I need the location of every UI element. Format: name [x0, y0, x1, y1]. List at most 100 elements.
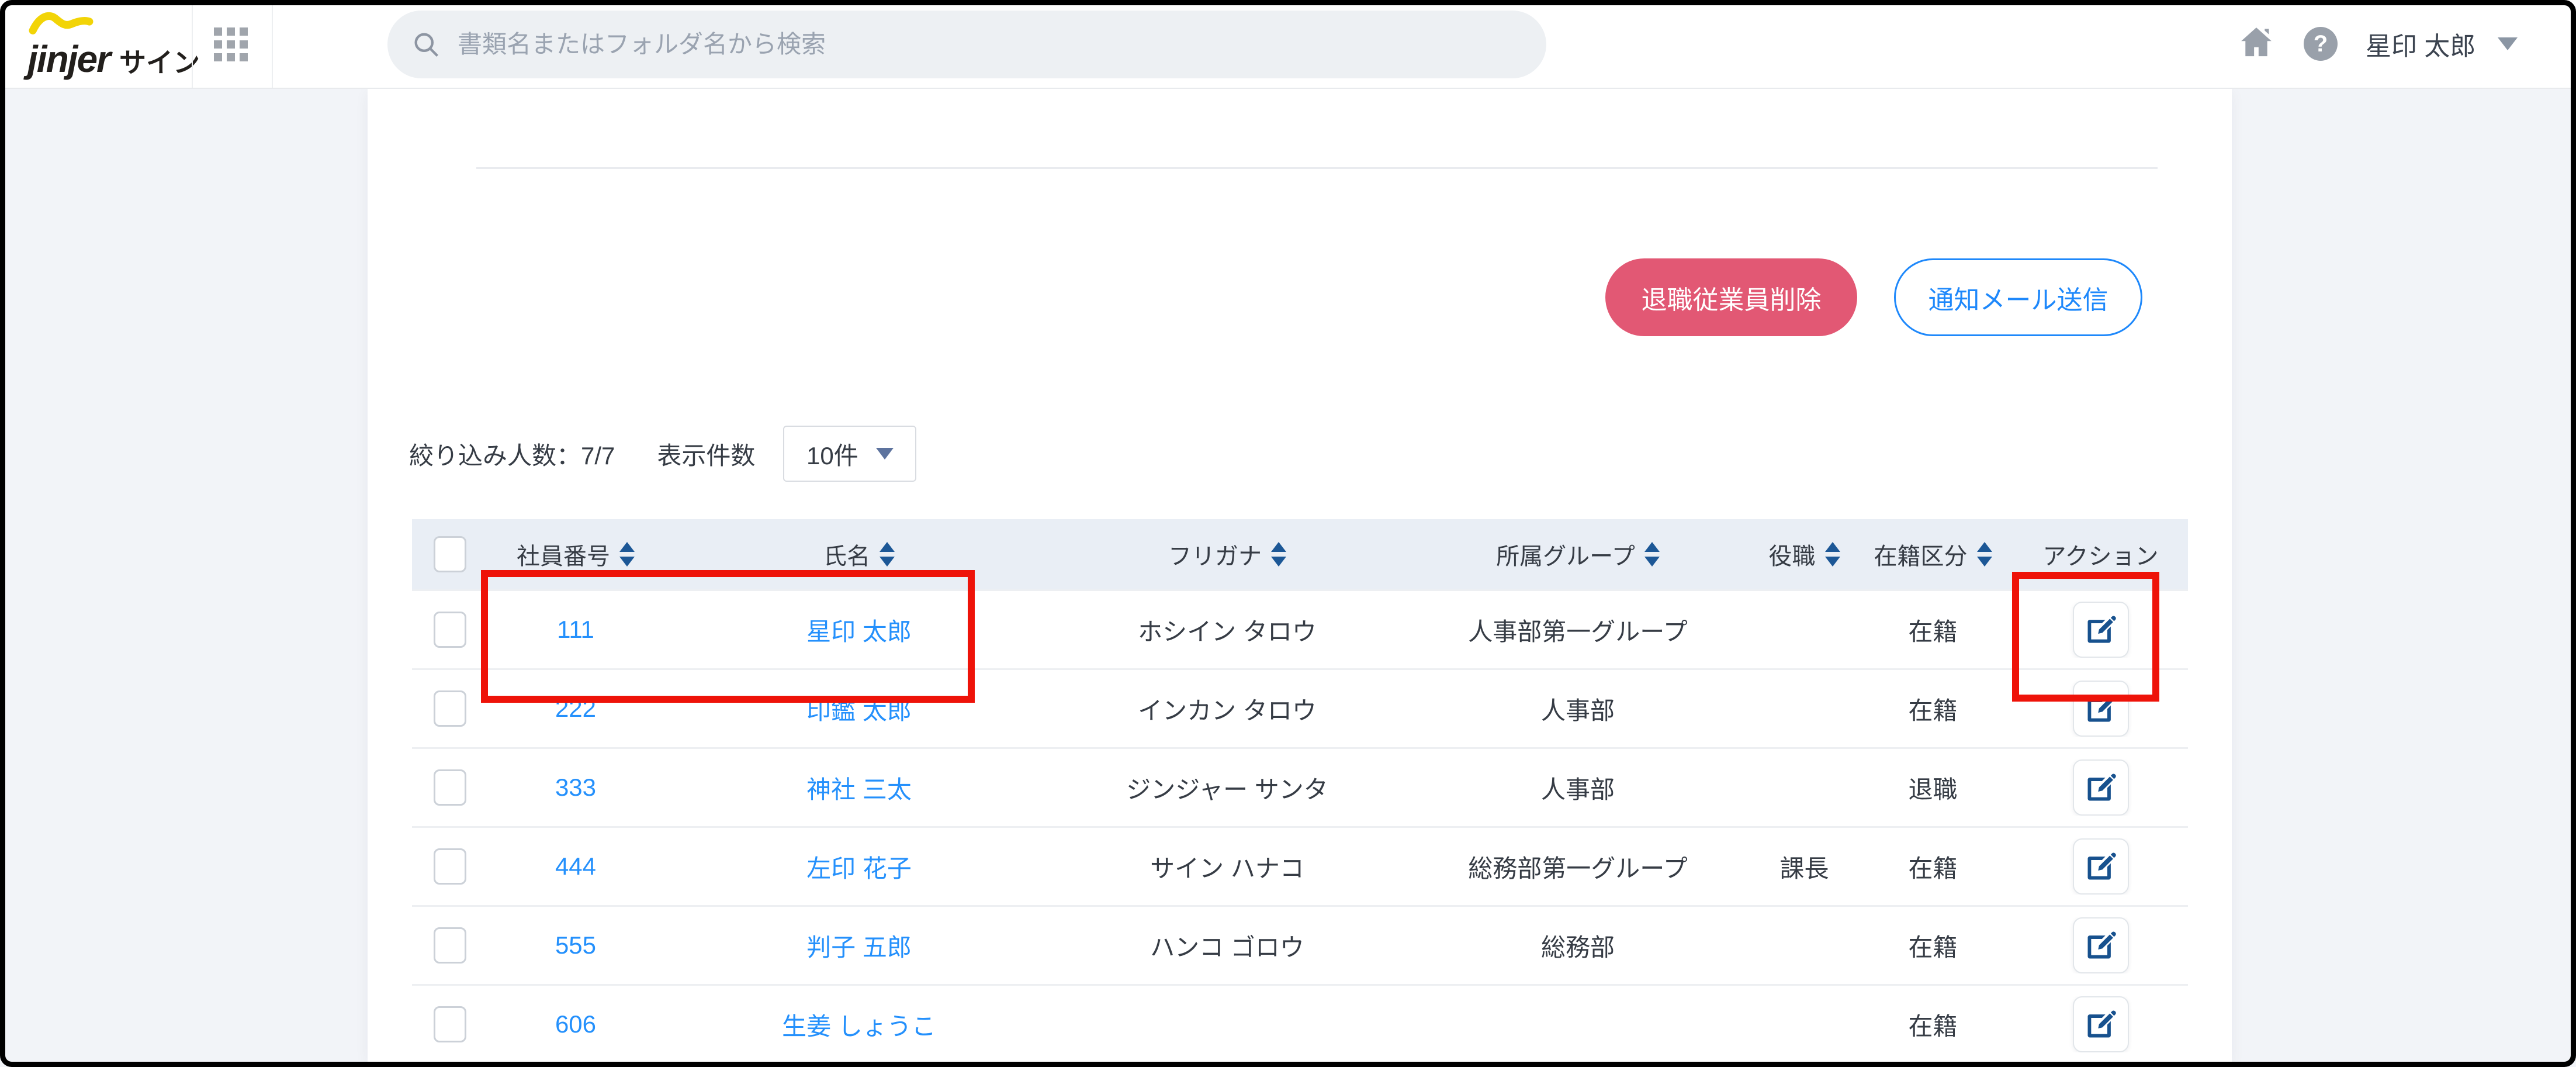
home-icon[interactable] — [2237, 23, 2276, 62]
column-header-4[interactable]: 所属グループ — [1400, 537, 1756, 571]
row-select-cell — [412, 690, 488, 727]
row-checkbox[interactable] — [434, 1006, 466, 1042]
column-header-label: アクション — [2043, 537, 2159, 571]
column-header-5[interactable]: 役職 — [1756, 537, 1853, 571]
row-action-cell — [2013, 917, 2188, 973]
employee-status-cell: 在籍 — [1853, 1007, 2013, 1042]
delete-retired-employees-button[interactable]: 退職従業員削除 — [1605, 258, 1857, 336]
column-header-label: 氏名 — [823, 537, 870, 571]
table-row: 606 生姜 しょうこ 在籍 — [412, 984, 2188, 1063]
column-header-label: フリガナ — [1168, 537, 1262, 571]
search-icon — [411, 29, 441, 60]
row-checkbox[interactable] — [434, 848, 466, 885]
select-all-checkbox[interactable] — [434, 536, 466, 572]
page-size-label: 表示件数 — [657, 436, 755, 472]
row-action-cell — [2013, 838, 2188, 895]
table-row: 555 判子 五郎 ハンコ ゴロウ 総務部 在籍 — [412, 905, 2188, 984]
column-header-1[interactable]: 社員番号 — [488, 537, 663, 571]
employee-group-cell: 人事部 — [1400, 691, 1756, 727]
filter-row: 絞り込み人数：7/7 表示件数 10件 — [409, 423, 916, 484]
row-select-cell — [412, 769, 488, 806]
employee-name-link[interactable]: 判子 五郎 — [663, 928, 1055, 964]
chevron-down-icon — [2498, 37, 2518, 50]
top-bar: jinjer サイン ? 星印 太郎 — [0, 0, 2576, 89]
row-checkbox[interactable] — [434, 927, 466, 964]
employee-name-link[interactable]: 星印 太郎 — [663, 612, 1055, 648]
employee-table-header: 社員番号 氏名 フリガナ 所属グループ 役職 在籍区分 アクション — [412, 519, 2188, 589]
help-icon[interactable]: ? — [2304, 27, 2338, 61]
row-select-cell — [412, 612, 488, 648]
page-size-select[interactable]: 10件 — [783, 426, 916, 482]
column-header-label: 所属グループ — [1496, 537, 1635, 571]
column-header-label: 役職 — [1769, 537, 1816, 571]
edit-icon — [2085, 693, 2117, 724]
employee-name-link[interactable]: 左印 花子 — [663, 849, 1055, 885]
app-logo: jinjer サイン — [27, 37, 200, 81]
sort-arrows-icon[interactable] — [1825, 542, 1840, 567]
employee-position-cell: 課長 — [1756, 849, 1853, 885]
employee-kana-cell: サイン ハナコ — [1055, 849, 1400, 885]
row-checkbox[interactable] — [434, 612, 466, 648]
table-row: 111 星印 太郎 ホシイン タロウ 人事部第一グループ 在籍 — [412, 589, 2188, 668]
page-size-value: 10件 — [806, 436, 858, 472]
sort-arrows-icon[interactable] — [1271, 542, 1286, 567]
employee-status-cell: 退職 — [1853, 770, 2013, 806]
user-name: 星印 太郎 — [2366, 25, 2475, 63]
send-notification-mail-button[interactable]: 通知メール送信 — [1894, 258, 2142, 336]
employee-name-link[interactable]: 神社 三太 — [663, 770, 1055, 806]
employee-group-cell: 総務部 — [1400, 928, 1756, 964]
edit-employee-button[interactable] — [2073, 681, 2129, 737]
app-grid-menu-icon[interactable] — [214, 27, 249, 63]
edit-employee-button[interactable] — [2073, 917, 2129, 973]
sort-arrows-icon[interactable] — [1977, 542, 1992, 567]
employee-kana-cell: ジンジャー サンタ — [1055, 770, 1400, 806]
select-all-cell — [412, 536, 488, 572]
employee-status-cell: 在籍 — [1853, 691, 2013, 727]
filtered-count-label: 絞り込み人数：7/7 — [409, 436, 615, 472]
table-row: 222 印鑑 太郎 インカン タロウ 人事部 在籍 — [412, 668, 2188, 747]
edit-employee-button[interactable] — [2073, 996, 2129, 1052]
chevron-down-icon — [876, 448, 894, 460]
employee-id-link[interactable]: 111 — [488, 616, 663, 644]
section-divider — [476, 167, 2158, 169]
table-row: 444 左印 花子 サイン ハナコ 総務部第一グループ 課長 在籍 — [412, 826, 2188, 905]
sort-arrows-icon[interactable] — [880, 542, 895, 567]
edit-employee-button[interactable] — [2073, 602, 2129, 658]
employee-name-link[interactable]: 印鑑 太郎 — [663, 691, 1055, 727]
column-header-6[interactable]: 在籍区分 — [1853, 537, 2013, 571]
employee-kana-cell: インカン タロウ — [1055, 691, 1400, 727]
column-header-label: 社員番号 — [517, 537, 610, 571]
row-checkbox[interactable] — [434, 769, 466, 806]
column-header-2[interactable]: 氏名 — [663, 537, 1055, 571]
app-screen: jinjer サイン ? 星印 太郎 — [0, 0, 2576, 1067]
user-menu[interactable]: 星印 太郎 — [2366, 0, 2518, 88]
employee-kana-cell: ホシイン タロウ — [1055, 612, 1400, 648]
edit-icon — [2085, 851, 2117, 882]
logo-swoosh-icon — [29, 11, 94, 37]
employee-group-cell: 総務部第一グループ — [1400, 849, 1756, 885]
column-header-7: アクション — [2013, 537, 2188, 571]
employee-id-link[interactable]: 606 — [488, 1010, 663, 1038]
sort-arrows-icon[interactable] — [619, 542, 635, 567]
employee-id-link[interactable]: 222 — [488, 695, 663, 723]
content-card: 退職従業員削除 通知メール送信 絞り込み人数：7/7 表示件数 10件 社員番号… — [368, 89, 2232, 1062]
edit-employee-button[interactable] — [2073, 759, 2129, 816]
column-header-label: 在籍区分 — [1874, 537, 1968, 571]
employee-status-cell: 在籍 — [1853, 612, 2013, 648]
employee-id-link[interactable]: 444 — [488, 852, 663, 880]
row-select-cell — [412, 848, 488, 885]
row-select-cell — [412, 1006, 488, 1042]
column-header-3[interactable]: フリガナ — [1055, 537, 1400, 571]
employee-status-cell: 在籍 — [1853, 849, 2013, 885]
employee-id-link[interactable]: 333 — [488, 774, 663, 802]
row-checkbox[interactable] — [434, 690, 466, 727]
employee-id-link[interactable]: 555 — [488, 931, 663, 959]
employee-kana-cell: ハンコ ゴロウ — [1055, 928, 1400, 964]
edit-icon — [2085, 1009, 2117, 1040]
row-action-cell — [2013, 602, 2188, 658]
sort-arrows-icon[interactable] — [1644, 542, 1660, 567]
search-input[interactable] — [456, 30, 1523, 59]
edit-employee-button[interactable] — [2073, 838, 2129, 895]
employee-name-link[interactable]: 生姜 しょうこ — [663, 1007, 1055, 1042]
edit-icon — [2085, 614, 2117, 645]
